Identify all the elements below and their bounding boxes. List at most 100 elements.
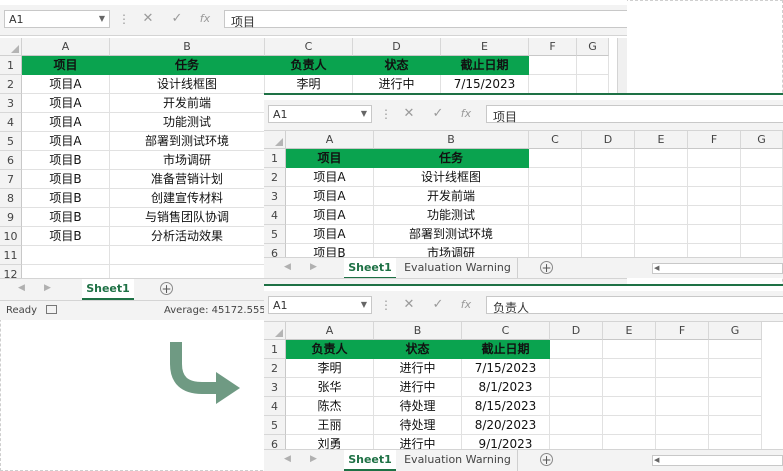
- cell-b7[interactable]: 准备营销计划: [110, 170, 265, 189]
- cell-e2[interactable]: [635, 168, 688, 187]
- select-all-corner[interactable]: [264, 131, 286, 149]
- row-header-1[interactable]: 1: [264, 340, 286, 359]
- select-all-corner[interactable]: [264, 322, 286, 340]
- cell-e1[interactable]: 截止日期: [441, 56, 529, 75]
- cell-a5[interactable]: 项目A: [22, 132, 110, 151]
- row-header-2[interactable]: 2: [264, 359, 286, 378]
- tab-sheet1[interactable]: Sheet1: [344, 258, 396, 278]
- cell-a1[interactable]: 项目: [22, 56, 110, 75]
- cell-b2[interactable]: 进行中: [374, 359, 462, 378]
- cell-b8[interactable]: 创建宣传材料: [110, 189, 265, 208]
- horizontal-scrollbar[interactable]: ◀: [652, 263, 783, 274]
- row-header-1[interactable]: 1: [0, 56, 22, 75]
- cell-e3[interactable]: [603, 378, 656, 397]
- column-header-b[interactable]: B: [374, 131, 529, 149]
- cell-g4[interactable]: [741, 206, 783, 225]
- cell-b2[interactable]: 设计线框图: [374, 168, 529, 187]
- cell-a2[interactable]: 李明: [286, 359, 374, 378]
- cell-a2[interactable]: 项目A: [286, 168, 374, 187]
- fx-icon[interactable]: fx: [456, 296, 476, 314]
- horizontal-scrollbar[interactable]: ◀: [652, 455, 783, 466]
- cell-a5[interactable]: 王丽: [286, 416, 374, 435]
- cell-d3[interactable]: [550, 378, 603, 397]
- cell-f3[interactable]: [688, 187, 741, 206]
- cell-g5[interactable]: [709, 416, 762, 435]
- row-header-3[interactable]: 3: [264, 187, 286, 206]
- cell-c5[interactable]: 8/20/2023: [462, 416, 550, 435]
- column-header-g[interactable]: G: [741, 131, 783, 149]
- column-header-b[interactable]: B: [374, 322, 462, 340]
- cell-d2[interactable]: [550, 359, 603, 378]
- row-header-1[interactable]: 1: [264, 149, 286, 168]
- cell-d1[interactable]: [550, 340, 603, 359]
- row-header-11[interactable]: 11: [0, 246, 22, 265]
- cell-d5[interactable]: [582, 225, 635, 244]
- cell-f4[interactable]: [688, 206, 741, 225]
- column-header-b[interactable]: B: [110, 38, 265, 56]
- column-header-c[interactable]: C: [529, 131, 582, 149]
- cell-g1[interactable]: [741, 149, 783, 168]
- formula-input[interactable]: 负责人: [486, 296, 783, 315]
- column-header-f[interactable]: F: [688, 131, 741, 149]
- column-header-a[interactable]: A: [22, 38, 110, 56]
- cell-c2[interactable]: 7/15/2023: [462, 359, 550, 378]
- formula-input[interactable]: 项目: [224, 10, 627, 29]
- cell-a1[interactable]: 项目: [286, 149, 374, 168]
- cell-f4[interactable]: [656, 397, 709, 416]
- cell-g2[interactable]: [709, 359, 762, 378]
- enter-check-icon[interactable]: ✓: [428, 105, 448, 123]
- cell-a7[interactable]: 项目B: [22, 170, 110, 189]
- cell-b10[interactable]: 分析活动效果: [110, 227, 265, 246]
- sheet-nav-right-icon[interactable]: ▶: [44, 283, 51, 293]
- sheet-nav-left-icon[interactable]: ◀: [284, 262, 291, 272]
- cell-b4[interactable]: 功能测试: [374, 206, 529, 225]
- cell-c4[interactable]: 8/15/2023: [462, 397, 550, 416]
- row-header-5[interactable]: 5: [0, 132, 22, 151]
- name-box[interactable]: A1 ▼: [268, 105, 372, 123]
- cell-f2[interactable]: [656, 359, 709, 378]
- cell-a5[interactable]: 项目A: [286, 225, 374, 244]
- column-header-d[interactable]: D: [550, 322, 603, 340]
- row-header-5[interactable]: 5: [264, 416, 286, 435]
- cell-a3[interactable]: 张华: [286, 378, 374, 397]
- cell-c2[interactable]: 李明: [265, 75, 353, 94]
- cell-a4[interactable]: 陈杰: [286, 397, 374, 416]
- add-sheet-icon[interactable]: +: [540, 261, 553, 274]
- cell-d4[interactable]: [550, 397, 603, 416]
- scroll-left-icon[interactable]: ◀: [654, 264, 659, 273]
- cell-c4[interactable]: [529, 206, 582, 225]
- row-header-5[interactable]: 5: [264, 225, 286, 244]
- cell-f1[interactable]: [688, 149, 741, 168]
- chevron-down-icon[interactable]: ▼: [361, 300, 367, 309]
- cell-c3[interactable]: 8/1/2023: [462, 378, 550, 397]
- cell-a4[interactable]: 项目A: [286, 206, 374, 225]
- add-sheet-icon[interactable]: +: [540, 453, 553, 466]
- cell-b5[interactable]: 待处理: [374, 416, 462, 435]
- cell-g4[interactable]: [709, 397, 762, 416]
- cell-e1[interactable]: [635, 149, 688, 168]
- sheet-nav-left-icon[interactable]: ◀: [18, 283, 25, 293]
- cell-b3[interactable]: 开发前端: [374, 187, 529, 206]
- cell-a2[interactable]: 项目A: [22, 75, 110, 94]
- fx-icon[interactable]: fx: [456, 105, 476, 123]
- cell-e4[interactable]: [603, 397, 656, 416]
- cell-b6[interactable]: 市场调研: [110, 151, 265, 170]
- row-header-6[interactable]: 6: [0, 151, 22, 170]
- row-header-7[interactable]: 7: [0, 170, 22, 189]
- cell-g1[interactable]: [577, 56, 609, 75]
- cell-f2[interactable]: [688, 168, 741, 187]
- cell-b9[interactable]: 与销售团队协调: [110, 208, 265, 227]
- cell-d2[interactable]: [582, 168, 635, 187]
- cell-e4[interactable]: [635, 206, 688, 225]
- cell-a11[interactable]: [22, 246, 110, 265]
- column-header-c[interactable]: C: [265, 38, 353, 56]
- cell-b2[interactable]: 设计线框图: [110, 75, 265, 94]
- row-header-8[interactable]: 8: [0, 189, 22, 208]
- sheet-nav-right-icon[interactable]: ▶: [310, 262, 317, 272]
- cell-b3[interactable]: 进行中: [374, 378, 462, 397]
- cell-f1[interactable]: [656, 340, 709, 359]
- cell-e5[interactable]: [603, 416, 656, 435]
- cell-g2[interactable]: [577, 75, 609, 94]
- cell-d1[interactable]: 状态: [353, 56, 441, 75]
- cancel-icon[interactable]: ✕: [399, 105, 419, 123]
